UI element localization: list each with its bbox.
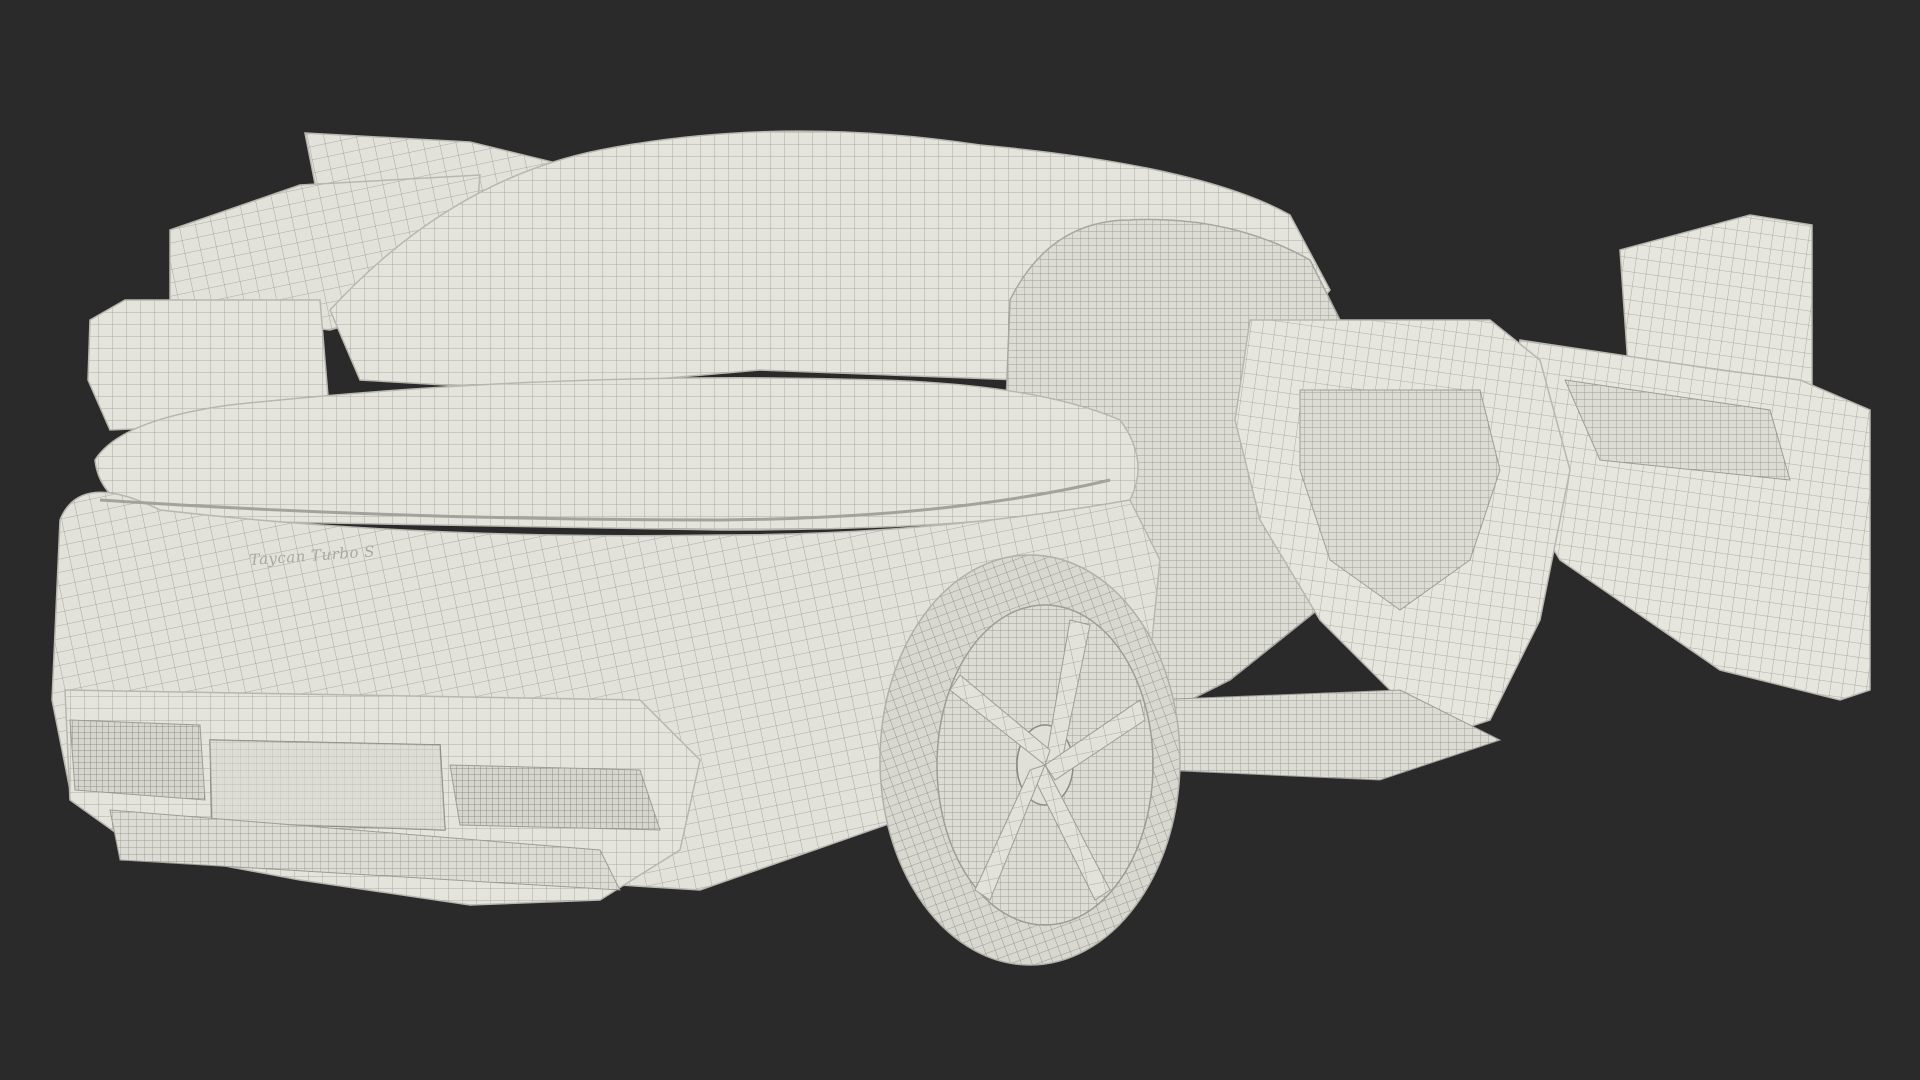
rear-wheel	[879, 554, 1181, 966]
render-viewport: Taycan Turbo S	[0, 0, 1920, 1080]
car-wireframe-render: Taycan Turbo S	[0, 0, 1920, 1080]
